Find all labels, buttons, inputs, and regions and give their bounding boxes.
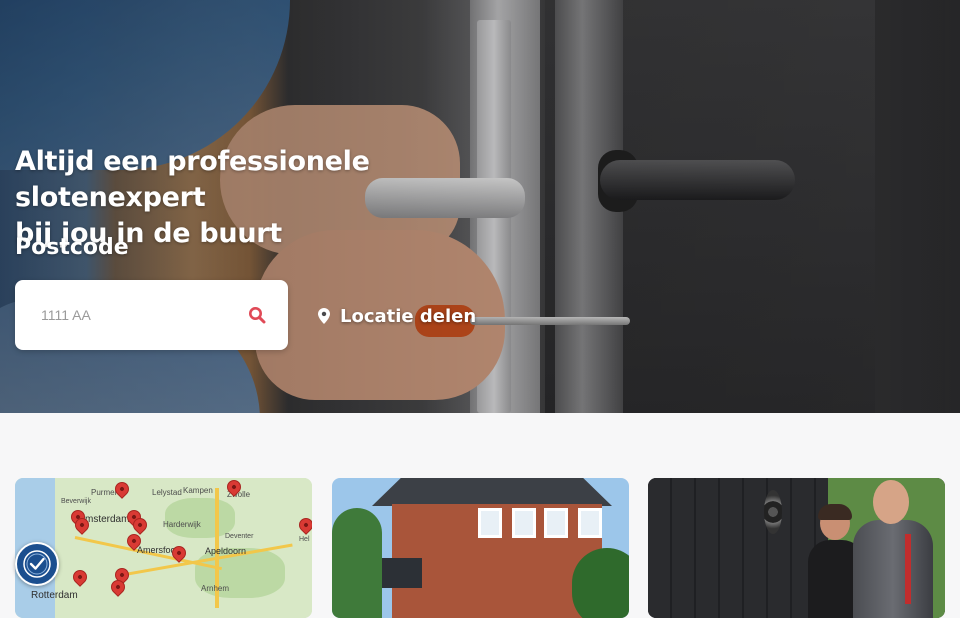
hero-banner: Altijd een professionele slotenexpert bi…	[0, 0, 960, 413]
person-hair	[818, 504, 852, 520]
dartboard	[764, 490, 782, 534]
map-label-apeldoorn: Apeldoorn	[205, 546, 247, 556]
map-label-amsterdam: msterdam	[85, 514, 130, 525]
share-location-button[interactable]: Locatie delen	[318, 302, 476, 330]
map-label-arnhem: Arnhem	[201, 584, 230, 593]
card-house[interactable]	[332, 478, 629, 618]
postcode-input[interactable]	[29, 294, 229, 336]
card-team[interactable]	[648, 478, 945, 618]
trust-badge[interactable]	[15, 542, 59, 586]
feature-cards: Purmer Lelystad Kampen Zwolle Beverwijk …	[15, 478, 945, 618]
map-label-lelystad: Lelystad	[152, 488, 182, 497]
person-body	[853, 520, 933, 618]
house-bush	[572, 548, 629, 618]
search-button[interactable]	[244, 302, 270, 328]
team-person-man	[853, 478, 933, 618]
house-roof	[372, 478, 612, 506]
map-label-harderwijk: Harderwijk	[163, 520, 201, 529]
page-title-line-1: Altijd een professionele slotenexpert	[15, 146, 370, 213]
postcode-search-box	[15, 280, 288, 350]
map-label-beverwijk: Beverwijk	[61, 498, 91, 505]
house-window	[544, 508, 568, 538]
shield-check-icon	[23, 550, 51, 578]
uniform-stripe	[905, 534, 911, 604]
person-head	[873, 480, 909, 524]
map-label-deventer: Deventer	[225, 533, 254, 540]
house-window	[578, 508, 602, 538]
house-window	[512, 508, 536, 538]
map-label-purmer: Purmer	[91, 488, 118, 497]
house-tree	[332, 508, 382, 618]
house-window	[478, 508, 502, 538]
postcode-label: Postcode	[15, 235, 129, 260]
map-label-rotterdam: Rotterdam	[31, 590, 78, 601]
share-location-label: Locatie delen	[340, 305, 477, 327]
map-pin-icon	[318, 308, 330, 324]
card-map[interactable]: Purmer Lelystad Kampen Zwolle Beverwijk …	[15, 478, 312, 618]
map-label-hellendoorn: Hel	[299, 536, 310, 543]
team-wall	[648, 478, 828, 618]
search-icon	[249, 307, 266, 324]
map-forest	[165, 498, 235, 538]
map-label-kampen: Kampen	[183, 486, 213, 495]
